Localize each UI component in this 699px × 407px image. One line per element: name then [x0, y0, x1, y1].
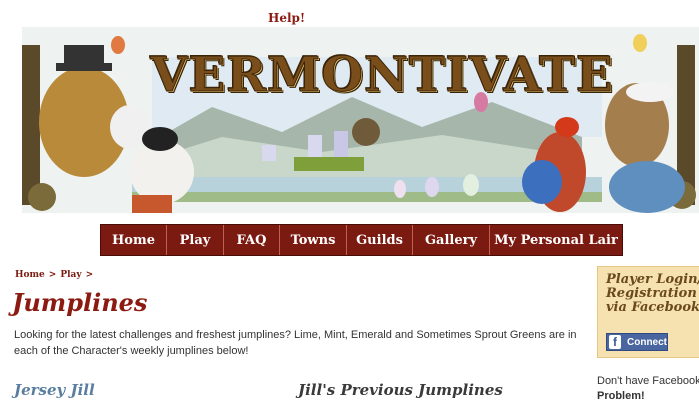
breadcrumb-separator: > [85, 270, 94, 280]
login-title: Player Login/ Registration via Facebook [606, 272, 699, 315]
vermontivate-logo: VERMONTIVATE [150, 47, 614, 104]
nav-guilds[interactable]: Guilds [347, 225, 413, 255]
nav-gallery[interactable]: Gallery [413, 225, 490, 255]
help-link[interactable]: Help! [268, 11, 305, 25]
intro-text: Looking for the latest challenges and fr… [14, 329, 577, 357]
nav-towns[interactable]: Towns [280, 225, 347, 255]
nav-personal-lair[interactable]: My Personal Lair [490, 225, 622, 255]
connect-label: Connect [627, 336, 667, 348]
breadcrumb: Home > Play > [15, 270, 93, 280]
breadcrumb-separator: > [48, 270, 57, 280]
breadcrumb-home[interactable]: Home [15, 270, 45, 280]
previous-jumplines-heading: Jill's Previous Jumplines [298, 381, 503, 399]
facebook-icon: f [609, 335, 621, 349]
nav-home[interactable]: Home [101, 225, 167, 255]
breadcrumb-play[interactable]: Play [60, 270, 81, 280]
nav-faq[interactable]: FAQ [224, 225, 280, 255]
facebook-login-box: Player Login/ Registration via Facebook … [597, 266, 699, 358]
site-banner[interactable]: VERMONTIVATE [22, 27, 699, 213]
problem-text: Problem! [597, 390, 645, 402]
nav-play[interactable]: Play [167, 225, 224, 255]
no-facebook-text: Don't have Facebook [597, 375, 699, 387]
main-nav: Home Play FAQ Towns Guilds Gallery My Pe… [100, 224, 623, 256]
jersey-jill-heading: Jersey Jill [14, 381, 95, 399]
facebook-connect-button[interactable]: f Connect [606, 333, 668, 351]
page-title: Jumplines [12, 288, 148, 317]
